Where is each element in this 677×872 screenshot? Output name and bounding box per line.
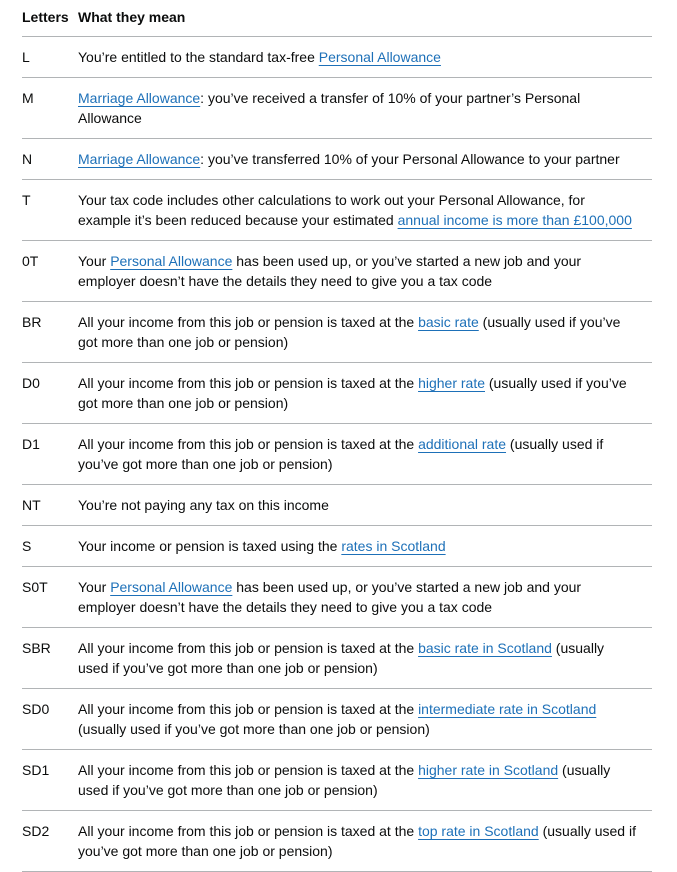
meaning-text-before: You’re entitled to the standard tax-free [78,49,319,65]
meaning-text-before: All your income from this job or pension… [78,436,419,452]
table-row: BR All your income from this job or pensi… [22,301,652,363]
tax-code-meaning: Your Personal Allowance has been used up… [78,566,652,628]
tax-code-meaning: Marriage Allowance: you’ve received a tr… [78,77,652,139]
table-header-row: Letters What they mean [22,0,652,37]
tax-code-meaning: You’re not paying any tax on this income [78,484,652,526]
meaning-text-before: All your income from this job or pension… [78,762,419,778]
tax-code-letters: M [22,77,78,139]
tax-code-meaning: Your tax code includes other calculation… [78,179,652,241]
tax-code-letters: T [22,179,78,241]
tax-code-meaning: All your income from this job or pension… [78,423,652,485]
meaning-link[interactable]: Personal Allowance [110,253,232,269]
meaning-text-before: Your income or pension is taxed using th… [78,538,342,554]
tax-code-meaning: All your income from this job or pension… [78,627,652,689]
meaning-text-before: All your income from this job or pension… [78,640,419,656]
tax-code-meaning: All your income from this job or pension… [78,688,652,750]
tax-code-letters: L [22,36,78,78]
tax-code-letters: SD0 [22,688,78,750]
meaning-link[interactable]: higher rate in Scotland [418,762,558,778]
meaning-link[interactable]: higher rate [418,375,485,391]
table-row: D1 All your income from this job or pensi… [22,423,652,485]
meaning-text-before: Your [78,253,111,269]
meaning-text-before: You’re not paying any tax on this income [78,497,329,513]
tax-code-meaning: All your income from this job or pension… [78,301,652,363]
tax-code-meaning: All your income from this job or pension… [78,749,652,811]
tax-code-meaning: You’re entitled to the standard tax-free… [78,36,652,78]
meaning-link[interactable]: additional rate [418,436,506,452]
tax-code-letters: BR [22,301,78,363]
table-row: N Marriage Allowance: you’ve transferred … [22,138,652,180]
meaning-link[interactable]: top rate in Scotland [418,823,539,839]
table-body: L You’re entitled to the standard tax-fre… [22,36,652,872]
tax-code-meaning: All your income from this job or pension… [78,362,652,424]
table-row: D0 All your income from this job or pensi… [22,362,652,424]
tax-code-meaning: Your income or pension is taxed using th… [78,525,652,567]
tax-code-letters: SBR [22,627,78,689]
table-row: M Marriage Allowance: you’ve received a t… [22,77,652,139]
table-row: SD2 All your income from this job or pens… [22,810,652,872]
meaning-text-before: All your income from this job or pension… [78,314,419,330]
table-row: S Your income or pension is taxed using t… [22,525,652,567]
meaning-text-before: All your income from this job or pension… [78,823,419,839]
meaning-link[interactable]: annual income is more than £100,000 [398,212,632,228]
meaning-link[interactable]: basic rate in Scotland [418,640,552,656]
meaning-link[interactable]: Personal Allowance [110,579,232,595]
table-row: SD1 All your income from this job or pens… [22,749,652,811]
meaning-link[interactable]: basic rate [418,314,479,330]
meaning-link[interactable]: intermediate rate in Scotland [418,701,596,717]
meaning-link[interactable]: rates in Scotland [341,538,445,554]
meaning-text-before: Your [78,579,111,595]
table-row: T Your tax code includes other calculatio… [22,179,652,241]
column-header-meaning: What they mean [78,0,652,37]
tax-code-letters: S [22,525,78,567]
meaning-text-before: All your income from this job or pension… [78,701,419,717]
meaning-link[interactable]: Marriage Allowance [78,151,200,167]
tax-code-meaning: Marriage Allowance: you’ve transferred 1… [78,138,652,180]
column-header-letters: Letters [22,0,78,37]
table-row: SBR All your income from this job or pens… [22,627,652,689]
tax-code-letters: NT [22,484,78,526]
meaning-text-after: (usually used if you’ve got more than on… [78,721,430,737]
table-row: SD0 All your income from this job or pens… [22,688,652,750]
table-row: S0T Your Personal Allowance has been used… [22,566,652,628]
meaning-link[interactable]: Marriage Allowance [78,90,200,106]
table-row: NT You’re not paying any tax on this inco… [22,484,652,526]
tax-code-letters: D1 [22,423,78,485]
tax-code-meaning: Your Personal Allowance has been used up… [78,240,652,302]
tax-code-letters: D0 [22,362,78,424]
tax-code-letters: S0T [22,566,78,628]
tax-code-letters: SD1 [22,749,78,811]
table-row: L You’re entitled to the standard tax-fre… [22,36,652,78]
table-row: 0T Your Personal Allowance has been used … [22,240,652,302]
tax-code-letters-table: Letters What they mean L You’re entitled … [22,0,652,872]
meaning-text-before: All your income from this job or pension… [78,375,419,391]
meaning-link[interactable]: Personal Allowance [319,49,441,65]
tax-code-letters: N [22,138,78,180]
tax-code-meaning: All your income from this job or pension… [78,810,652,872]
meaning-text-after: : you’ve transferred 10% of your Persona… [200,151,620,167]
tax-code-letters: SD2 [22,810,78,872]
tax-code-letters: 0T [22,240,78,302]
